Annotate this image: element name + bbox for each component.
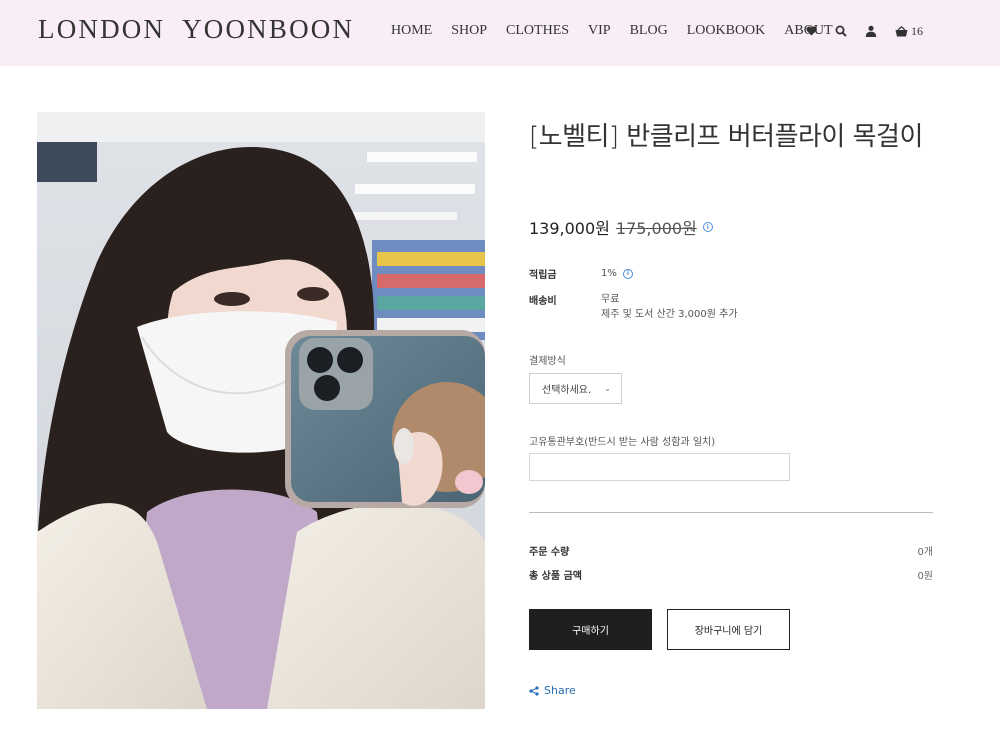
price-row: 139,000원 175,000원 i xyxy=(529,215,713,239)
cart-count: 16 xyxy=(911,23,923,38)
divider xyxy=(529,512,933,513)
original-price: 175,000원 xyxy=(615,219,697,238)
payment-select-value: 선택하세요. xyxy=(542,385,592,396)
info-icon[interactable]: i xyxy=(622,268,633,279)
payment-label: 결제방식 xyxy=(529,356,566,367)
header-icons: 16 xyxy=(806,21,941,41)
reward-label: 적립금 xyxy=(529,270,557,281)
total-label: 총 상품 금액 xyxy=(529,571,582,582)
sale-price: 139,000원 xyxy=(529,219,610,238)
basket-icon[interactable]: 16 xyxy=(895,24,923,39)
shipping-label: 배송비 xyxy=(529,296,557,307)
customs-code-input[interactable] xyxy=(529,453,790,481)
shipping-row: 배송비 무료 제주 및 도서 산간 3,000원 추가 xyxy=(529,292,738,322)
quantity-value: 0개 xyxy=(917,547,933,558)
shipping-value: 무료 xyxy=(601,294,620,305)
heart-icon[interactable] xyxy=(806,26,817,36)
chevron-down-icon: ⌄ xyxy=(604,384,611,393)
buy-button[interactable]: 구매하기 xyxy=(529,609,652,650)
reward-row: 적립금 1% i xyxy=(529,266,633,281)
reward-value: 1% xyxy=(601,268,617,279)
nav-vip[interactable]: VIP xyxy=(588,23,611,39)
shipping-note: 제주 및 도서 산간 3,000원 추가 xyxy=(601,309,738,320)
main-nav: HOME SHOP CLOTHES VIP BLOG LOOKBOOK ABOU… xyxy=(391,22,852,40)
add-to-cart-button[interactable]: 장바구니에 담기 xyxy=(667,609,790,650)
share-icon xyxy=(529,685,539,696)
nav-home[interactable]: HOME xyxy=(391,23,432,39)
quantity-label: 주문 수량 xyxy=(529,547,570,558)
total-row: 총 상품 금액 0원 xyxy=(529,567,933,582)
product-title: [노벨티] 반클리프 버터플라이 목걸이 xyxy=(529,122,923,152)
customs-label: 고유통관부호(반드시 받는 사람 성함과 일치) xyxy=(529,437,716,448)
search-icon[interactable] xyxy=(835,25,847,37)
nav-clothes[interactable]: CLOTHES xyxy=(506,23,569,39)
nav-blog[interactable]: BLOG xyxy=(630,23,668,39)
info-icon[interactable]: i xyxy=(702,222,713,232)
share-link[interactable]: Share xyxy=(529,684,576,697)
share-label: Share xyxy=(544,684,576,697)
quantity-row: 주문 수량 0개 xyxy=(529,543,933,558)
nav-shop[interactable]: SHOP xyxy=(451,23,487,39)
site-logo[interactable]: LONDON YOONBOON xyxy=(38,14,354,45)
total-value: 0원 xyxy=(917,571,933,582)
payment-select[interactable]: 선택하세요. ⌄ xyxy=(529,373,622,404)
product-photo xyxy=(37,112,485,709)
user-icon[interactable] xyxy=(865,25,877,37)
nav-lookbook[interactable]: LOOKBOOK xyxy=(687,23,766,39)
site-header: LONDON YOONBOON HOME SHOP CLOTHES VIP BL… xyxy=(0,0,1000,66)
